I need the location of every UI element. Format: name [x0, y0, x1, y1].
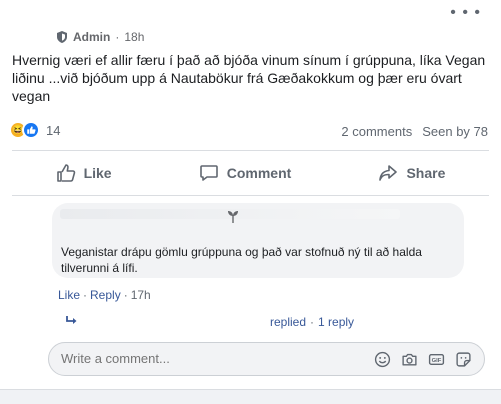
- seen-by-link[interactable]: Seen by 78: [422, 124, 488, 139]
- divider: [12, 150, 489, 151]
- meta-separator: ·: [83, 288, 88, 302]
- header-separator: ·: [115, 30, 120, 44]
- thumbs-up-icon: [56, 164, 75, 182]
- replies-separator: ·: [310, 315, 315, 329]
- post-stats: 2 comments Seen by 78: [341, 124, 488, 139]
- post-header: Admin · 18h: [57, 30, 144, 44]
- reaction-summary[interactable]: 😆 14: [9, 121, 60, 139]
- share-label: Share: [406, 165, 446, 181]
- comments-count-link[interactable]: 2 comments: [341, 124, 412, 139]
- sticker-icon[interactable]: [455, 351, 472, 368]
- reply-arrow-icon: [66, 316, 77, 324]
- author-name[interactable]: Admin: [73, 30, 110, 44]
- view-replies-row[interactable]: replied · 1 reply: [65, 315, 375, 329]
- comment-time[interactable]: 17h: [131, 288, 151, 302]
- like-button[interactable]: Like: [56, 163, 112, 183]
- reaction-count: 14: [46, 122, 61, 138]
- reply-count: 1 reply: [318, 315, 355, 329]
- emoji-icon[interactable]: [374, 351, 391, 368]
- admin-shield-icon: [57, 31, 67, 43]
- comment-input-box: GIF: [48, 342, 485, 376]
- post-text: Hvernig væri ef allir færu í það að bjóð…: [12, 52, 486, 104]
- comment-bubble: Veganistar drápu gömlu grúppuna og það v…: [52, 203, 464, 278]
- more-options-icon[interactable]: • • •: [450, 5, 481, 21]
- comment-input[interactable]: [61, 351, 361, 366]
- meta-separator: ·: [123, 288, 128, 302]
- gif-icon[interactable]: GIF: [428, 351, 445, 368]
- comment-button[interactable]: Comment: [199, 163, 292, 183]
- replied-label: replied: [270, 315, 307, 329]
- input-icons: GIF: [374, 351, 472, 368]
- svg-text:GIF: GIF: [432, 358, 442, 364]
- replies-summary[interactable]: replied · 1 reply: [270, 315, 354, 329]
- like-reaction-icon: [22, 121, 40, 139]
- share-icon: [379, 165, 398, 181]
- comment-meta: Like · Reply · 17h: [58, 288, 151, 302]
- comment-label: Comment: [226, 165, 292, 181]
- like-label: Like: [83, 165, 112, 181]
- post-card: Admin · 18h • • • Hvernig væri ef allir …: [0, 0, 501, 390]
- plant-icon: [228, 211, 238, 223]
- share-button[interactable]: Share: [378, 163, 445, 183]
- divider: [12, 195, 489, 196]
- comment-like-link[interactable]: Like: [58, 288, 80, 302]
- comment-reply-link[interactable]: Reply: [90, 288, 121, 302]
- comment-text: Veganistar drápu gömlu grúppuna og það v…: [61, 245, 422, 275]
- post-time[interactable]: 18h: [124, 30, 144, 44]
- comment-icon: [199, 165, 218, 181]
- post-actions: Like Comment Share: [12, 152, 489, 194]
- camera-icon[interactable]: [401, 351, 418, 368]
